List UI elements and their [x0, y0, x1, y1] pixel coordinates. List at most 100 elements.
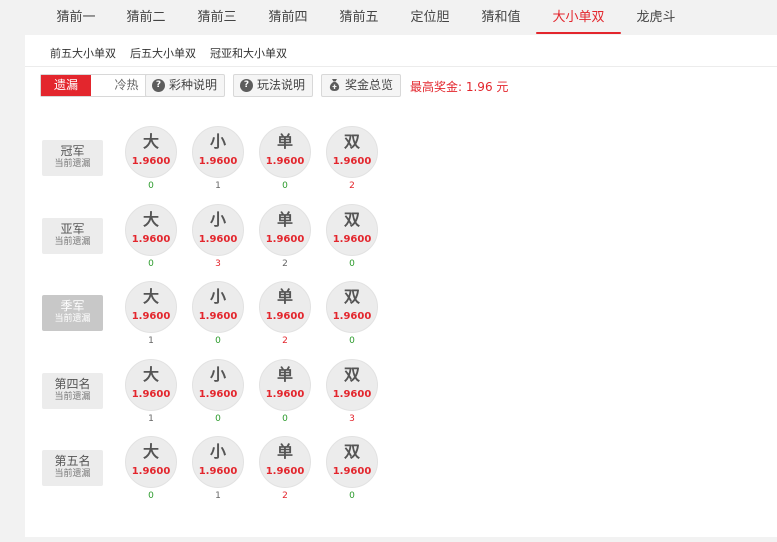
subnav-champion-runnerup-sum[interactable]: 冠亚和大小单双 — [210, 45, 287, 61]
bet-option-ball[interactable]: 小 1.9600 — [192, 281, 244, 333]
prize-overview-button[interactable]: 奖金总览 — [321, 74, 401, 97]
rank-label[interactable]: 冠军 当前遗漏 — [42, 140, 103, 176]
bet-option-ball[interactable]: 双 1.9600 — [326, 203, 378, 256]
missing-count: 0 — [215, 413, 221, 424]
lottery-info-button[interactable]: ? 彩种说明 — [145, 74, 225, 97]
missing-count: 0 — [282, 181, 288, 191]
max-prize-text: 最高奖金: 1.96 元 — [410, 80, 509, 94]
option-odds: 1.9600 — [131, 388, 171, 400]
bet-option-ball[interactable]: 单 1.9600 — [259, 436, 311, 488]
rank-name: 冠军 — [60, 144, 85, 158]
rank-subtitle: 当前遗漏 — [54, 469, 91, 479]
toggle-missing[interactable]: 遗漏 — [41, 75, 91, 96]
option-char: 大 — [142, 287, 159, 306]
tab-guess-first-two[interactable]: 猜前二 — [114, 0, 178, 35]
option-char: 小 — [209, 442, 226, 461]
missing-count: 0 — [148, 491, 154, 501]
divider — [25, 66, 777, 67]
rules-button[interactable]: ? 玩法说明 — [233, 74, 313, 97]
option-char: 双 — [343, 364, 360, 384]
bet-option-ball[interactable]: 小 1.9600 — [192, 126, 244, 178]
option-char: 双 — [343, 132, 360, 151]
option-odds: 1.9600 — [332, 466, 372, 477]
option-char: 小 — [209, 209, 226, 229]
tab-guess-first-five[interactable]: 猜前五 — [327, 0, 391, 35]
bet-option-ball[interactable]: 大 1.9600 — [125, 358, 177, 411]
tab-guess-sum[interactable]: 猜和值 — [469, 0, 533, 35]
missing-count: 2 — [282, 491, 288, 501]
bet-option-ball[interactable]: 单 1.9600 — [259, 203, 311, 256]
option-odds: 1.9600 — [198, 466, 238, 477]
bet-option-ball[interactable]: 单 1.9600 — [259, 358, 311, 411]
rank-name: 第五名 — [54, 454, 91, 468]
tab-guess-first-one[interactable]: 猜前一 — [44, 0, 108, 35]
bet-option-ball[interactable]: 双 1.9600 — [326, 281, 378, 333]
option-odds: 1.9600 — [265, 311, 305, 322]
option-char: 单 — [276, 287, 293, 306]
rank-label[interactable]: 季军 当前遗漏 — [42, 295, 103, 331]
missing-count: 0 — [282, 413, 288, 424]
bet-option-ball[interactable]: 大 1.9600 — [125, 203, 177, 256]
bet-option-ball[interactable]: 大 1.9600 — [125, 436, 177, 488]
rank-name: 第四名 — [54, 376, 91, 391]
bet-option-ball[interactable]: 小 1.9600 — [192, 358, 244, 411]
missing-count: 2 — [282, 258, 288, 269]
tab-guess-first-three[interactable]: 猜前三 — [185, 0, 249, 35]
missing-count: 3 — [349, 413, 355, 424]
option-odds: 1.9600 — [332, 233, 372, 245]
missing-count: 0 — [148, 181, 154, 191]
rank-subtitle: 当前遗漏 — [54, 236, 91, 247]
option-odds: 1.9600 — [265, 466, 305, 477]
option-char: 小 — [209, 364, 226, 384]
rank-subtitle: 当前遗漏 — [54, 314, 91, 324]
option-char: 大 — [142, 364, 159, 384]
option-odds: 1.9600 — [265, 388, 305, 400]
prize-overview-label: 奖金总览 — [345, 78, 394, 92]
active-tab-indicator — [536, 32, 621, 34]
bet-option-ball[interactable]: 单 1.9600 — [259, 126, 311, 178]
option-odds: 1.9600 — [198, 233, 238, 245]
rank-name: 季军 — [60, 299, 85, 313]
bet-option-ball[interactable]: 小 1.9600 — [192, 436, 244, 488]
option-odds: 1.9600 — [332, 311, 372, 322]
bet-option-ball[interactable]: 双 1.9600 — [326, 126, 378, 178]
bet-option-ball[interactable]: 小 1.9600 — [192, 203, 244, 256]
option-char: 大 — [142, 442, 159, 461]
missing-count: 0 — [148, 258, 154, 269]
option-odds: 1.9600 — [198, 311, 238, 322]
rank-label[interactable]: 第五名 当前遗漏 — [42, 450, 103, 486]
bet-option-ball[interactable]: 大 1.9600 — [125, 126, 177, 178]
rank-name: 亚军 — [60, 221, 85, 236]
option-odds: 1.9600 — [131, 156, 171, 167]
bet-option-ball[interactable]: 大 1.9600 — [125, 281, 177, 333]
option-odds: 1.9600 — [265, 233, 305, 245]
option-char: 小 — [209, 132, 226, 151]
rank-label[interactable]: 第四名 当前遗漏 — [42, 372, 103, 409]
option-odds: 1.9600 — [131, 233, 171, 245]
subnav-back-five[interactable]: 后五大小单双 — [130, 45, 196, 61]
bet-option-ball[interactable]: 双 1.9600 — [326, 358, 378, 411]
play-type-tabs: 猜前一 猜前二 猜前三 猜前四 猜前五 定位胆 猜和值 大小单双 龙虎斗 — [0, 0, 777, 35]
bet-option-ball[interactable]: 双 1.9600 — [326, 436, 378, 488]
subnav-front-five[interactable]: 前五大小单双 — [50, 45, 116, 61]
question-icon: ? — [240, 79, 253, 92]
bet-option-ball[interactable]: 单 1.9600 — [259, 281, 311, 333]
option-char: 小 — [209, 287, 226, 306]
rank-label[interactable]: 亚军 当前遗漏 — [42, 217, 103, 254]
option-odds: 1.9600 — [131, 311, 171, 322]
tab-dragon-tiger[interactable]: 龙虎斗 — [624, 0, 688, 35]
option-odds: 1.9600 — [198, 156, 238, 167]
money-bag-icon — [329, 79, 340, 91]
missing-count: 0 — [349, 258, 355, 269]
option-char: 单 — [276, 209, 293, 229]
option-char: 双 — [343, 442, 360, 461]
missing-count: 2 — [282, 336, 288, 346]
option-char: 单 — [276, 442, 293, 461]
tab-big-small-odd-even[interactable]: 大小单双 — [536, 0, 621, 35]
option-odds: 1.9600 — [265, 156, 305, 167]
rank-subtitle: 当前遗漏 — [54, 391, 91, 402]
tab-guess-first-four[interactable]: 猜前四 — [256, 0, 320, 35]
option-char: 单 — [276, 364, 293, 384]
tab-position[interactable]: 定位胆 — [398, 0, 462, 35]
question-icon: ? — [152, 79, 165, 92]
